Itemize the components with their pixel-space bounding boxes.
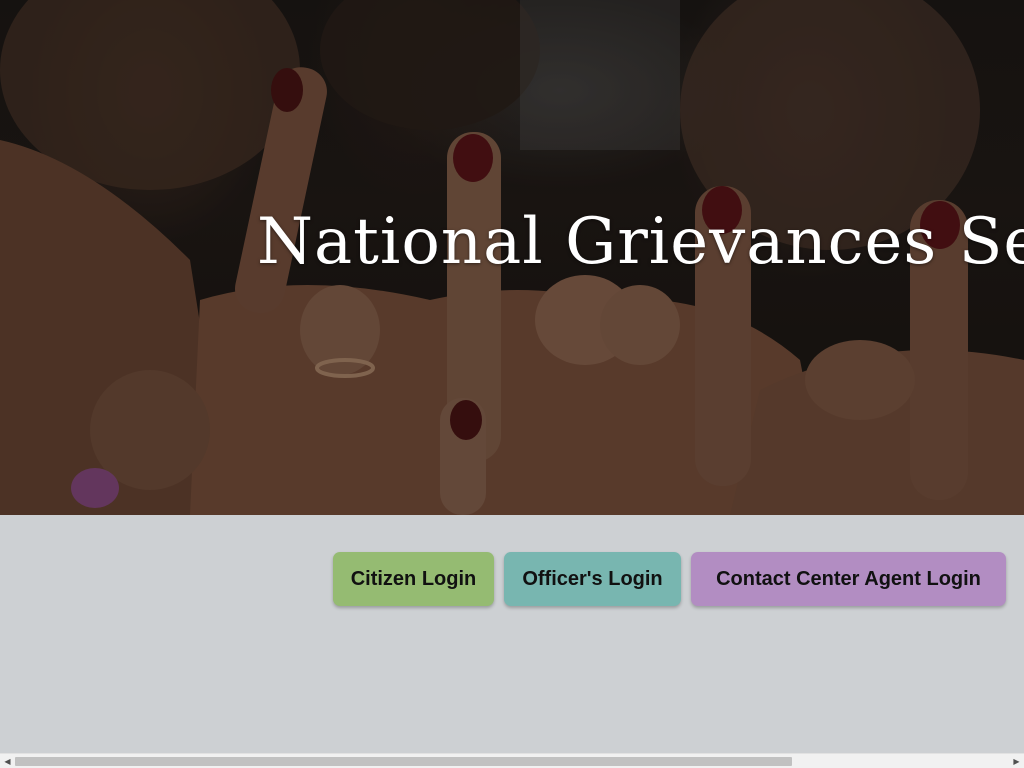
page-title: National Grievances Service [257,205,1024,279]
scroll-right-icon[interactable]: ▶ [1009,754,1024,768]
page: National Grievances Service Citizen Logi… [0,0,1024,768]
scroll-left-icon[interactable]: ◀ [0,754,15,768]
officer-login-button[interactable]: Officer's Login [504,552,681,606]
horizontal-scrollbar[interactable]: ◀ ▶ [0,753,1024,768]
hero-banner: National Grievances Service [0,0,1024,515]
citizen-login-button[interactable]: Citizen Login [333,552,494,606]
scrollbar-thumb[interactable] [15,757,792,766]
contact-center-agent-login-button[interactable]: Contact Center Agent Login [691,552,1006,606]
